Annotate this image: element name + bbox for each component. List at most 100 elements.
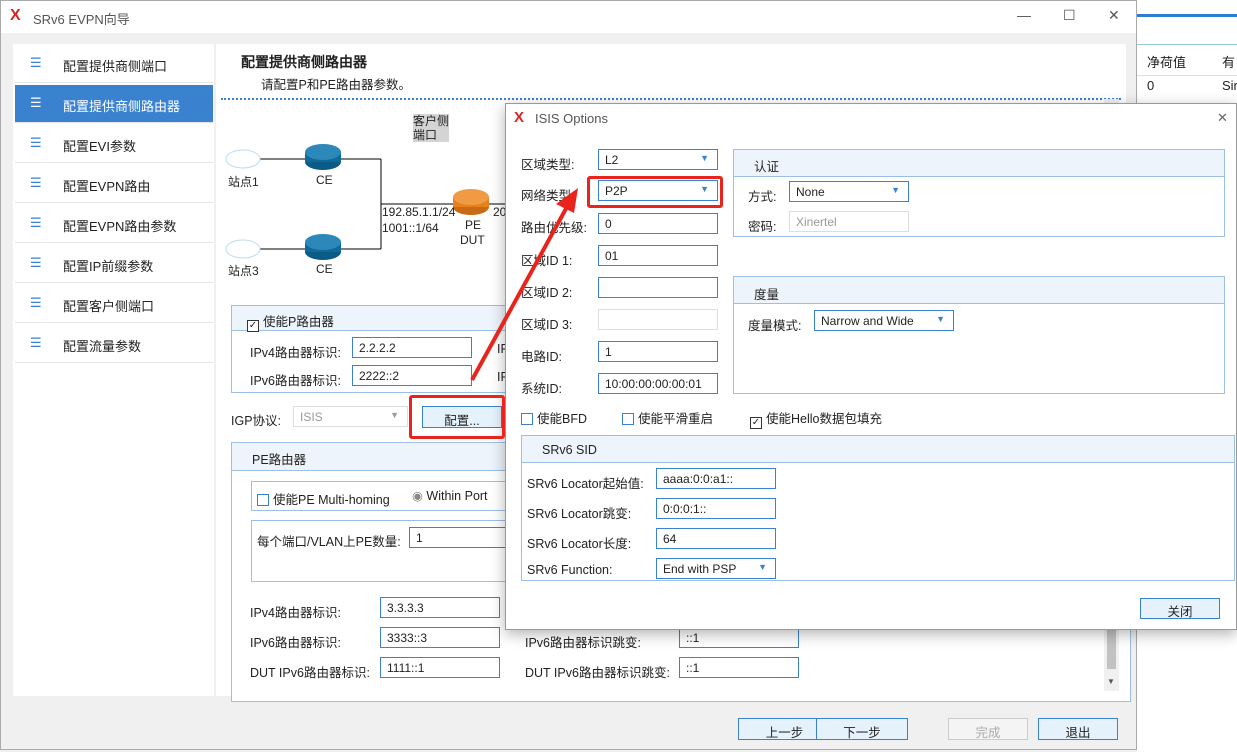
area-id1-label: 区域ID 1:: [521, 254, 573, 268]
sidebar-item-traffic[interactable]: ☰ 配置流量参数: [15, 325, 213, 363]
password-input[interactable]: Xinertel: [789, 211, 909, 232]
enable-hello-padding-checkbox[interactable]: ✓ 使能Hello数据包填充: [750, 408, 882, 429]
list-icon: ☰: [30, 335, 42, 350]
column-header: 有: [1222, 55, 1236, 70]
system-id-input[interactable]: 10:00:00:00:00:01: [598, 373, 718, 394]
list-icon: ☰: [30, 175, 42, 190]
metric-mode-select[interactable]: Narrow and Wide ▼: [814, 310, 954, 331]
ce-label: CE: [316, 173, 333, 187]
sidebar-item-provider-port[interactable]: ☰ 配置提供商侧端口: [15, 45, 213, 83]
area-type-select[interactable]: L2 ▼: [598, 149, 718, 170]
close-button[interactable]: ✕: [1108, 7, 1120, 24]
radio-icon: ◉: [412, 489, 423, 503]
dut-label: DUT: [460, 233, 485, 247]
area-id2-input[interactable]: [598, 277, 718, 298]
auth-mode-select[interactable]: None ▼: [789, 181, 909, 202]
area-id3-label: 区域ID 3:: [521, 318, 573, 332]
sidebar-item-evpn-route[interactable]: ☰ 配置EVPN路由: [15, 165, 213, 203]
maximize-button[interactable]: ☐: [1063, 7, 1076, 24]
enable-p-router-checkbox[interactable]: ✓ 使能P路由器: [247, 311, 334, 332]
dialog-close-button[interactable]: 关闭: [1140, 598, 1220, 619]
app-logo-icon: X: [514, 109, 525, 126]
priority-input[interactable]: 0: [598, 213, 718, 234]
sidebar-item-provider-router[interactable]: ☰ 配置提供商侧路由器: [15, 85, 213, 123]
next-button[interactable]: 下一步: [816, 718, 908, 740]
scroll-down-icon[interactable]: ▼: [1107, 677, 1115, 686]
p-ipv4-input[interactable]: 2.2.2.2: [352, 337, 472, 358]
list-icon: ☰: [30, 295, 42, 310]
metric-mode-label: 度量模式:: [748, 319, 802, 333]
auth-mode-label: 方式:: [748, 190, 777, 204]
within-port-radio[interactable]: ◉ Within Port: [412, 488, 488, 503]
enable-bfd-checkbox[interactable]: 使能BFD: [521, 408, 587, 427]
finish-button[interactable]: 完成: [948, 718, 1028, 740]
circuit-id-input[interactable]: 1: [598, 341, 718, 362]
list-icon: ☰: [30, 55, 42, 70]
locator-start-label: SRv6 Locator起始值:: [527, 477, 644, 491]
dialog-title: ISIS Options: [535, 111, 608, 126]
cloud-icon: [225, 149, 261, 169]
page-title: 配置提供商侧路由器: [241, 54, 367, 70]
locator-length-label: SRv6 Locator长度:: [527, 537, 632, 551]
list-icon: ☰: [30, 135, 42, 150]
priority-label: 路由优先级:: [521, 221, 587, 235]
ipv4-address-label: 192.85.1.1/24: [382, 205, 456, 219]
locator-start-input[interactable]: aaaa:0:0:a1::: [656, 468, 776, 489]
circuit-id-label: 电路ID:: [521, 350, 562, 364]
checkbox-icon: [257, 494, 269, 506]
enable-graceful-restart-checkbox[interactable]: 使能平滑重启: [622, 408, 713, 427]
igp-select[interactable]: ISIS ▼: [293, 406, 408, 427]
sidebar-item-label: 配置提供商侧端口: [63, 59, 168, 74]
minimize-button[interactable]: —: [1017, 7, 1031, 23]
pe-ipv4-label: IPv4路由器标识:: [250, 606, 341, 620]
ce-router-icon: [305, 144, 341, 170]
list-icon: ☰: [30, 215, 42, 230]
divider: [221, 98, 1121, 100]
pe-ipv6-input[interactable]: 3333::3: [380, 627, 500, 648]
dialog-close-icon[interactable]: ✕: [1217, 110, 1228, 126]
sidebar-item-label: 配置客户侧端口: [63, 299, 155, 314]
window-title: SRv6 EVPN向导: [33, 12, 130, 27]
area-type-label: 区域类型:: [521, 158, 575, 172]
pe-multihoming-checkbox[interactable]: 使能PE Multi-homing: [257, 489, 390, 508]
srv6-function-label: SRv6 Function:: [527, 563, 613, 577]
area-id3-input[interactable]: [598, 309, 718, 330]
cloud-icon: [225, 239, 261, 259]
sidebar-item-ip-prefix[interactable]: ☰ 配置IP前缀参数: [15, 245, 213, 283]
site-label: 站点1: [228, 175, 259, 189]
pe-router-icon: [453, 189, 489, 215]
password-label: 密码:: [748, 220, 777, 234]
checkbox-checked-icon: ✓: [247, 320, 259, 332]
srv6-function-select[interactable]: End with PSP ▼: [656, 558, 776, 579]
list-icon: ☰: [30, 255, 42, 270]
sidebar-item-evpn-route-params[interactable]: ☰ 配置EVPN路由参数: [15, 205, 213, 243]
sidebar: ☰ 配置提供商侧端口 ☰ 配置提供商侧路由器 ☰ 配置EVI参数 ☰ 配置EVPN路由 …: [13, 44, 214, 696]
page-subtitle: 请配置P和PE路由器参数。: [261, 78, 412, 92]
title-bar: X SRv6 EVPN向导 — ☐ ✕: [1, 1, 1136, 33]
sidebar-item-evi[interactable]: ☰ 配置EVI参数: [15, 125, 213, 163]
pe-ipv4-input[interactable]: 3.3.3.3: [380, 597, 500, 618]
system-id-label: 系统ID:: [521, 382, 562, 396]
ce-label: CE: [316, 262, 333, 276]
topology-diagram: [225, 144, 516, 260]
sidebar-item-customer-port[interactable]: ☰ 配置客户侧端口: [15, 285, 213, 323]
locator-step-input[interactable]: 0:0:0:1::: [656, 498, 776, 519]
pe-ipv6-step-label: IPv6路由器标识跳变:: [525, 636, 641, 650]
network-type-label: 网络类型:: [521, 189, 575, 203]
metric-title: 度量: [754, 288, 780, 302]
site-label: 站点3: [228, 264, 259, 278]
dut-ipv6-input[interactable]: 1111::1: [380, 657, 500, 678]
auth-title: 认证: [754, 160, 780, 174]
dut-ipv6-step-input[interactable]: ::1: [679, 657, 799, 678]
area-id1-input[interactable]: 01: [598, 245, 718, 266]
p-ipv6-input[interactable]: 2222::2: [352, 365, 472, 386]
pe-ipv6-label: IPv6路由器标识:: [250, 636, 341, 650]
locator-length-input[interactable]: 64: [656, 528, 776, 549]
srv6-sid-group: SRv6 SID SRv6 Locator起始值: aaaa:0:0:a1:: …: [521, 435, 1235, 581]
locator-step-label: SRv6 Locator跳变:: [527, 507, 632, 521]
p-router-group: ✓ 使能P路由器 IPv4路由器标识: 2.2.2.2 IPv6路由器标识: 22…: [231, 305, 531, 393]
pe-ipv6-step-input[interactable]: ::1: [679, 627, 799, 648]
app-logo-icon: X: [10, 7, 21, 24]
checkbox-icon: [521, 413, 533, 425]
exit-button[interactable]: 退出: [1038, 718, 1118, 740]
